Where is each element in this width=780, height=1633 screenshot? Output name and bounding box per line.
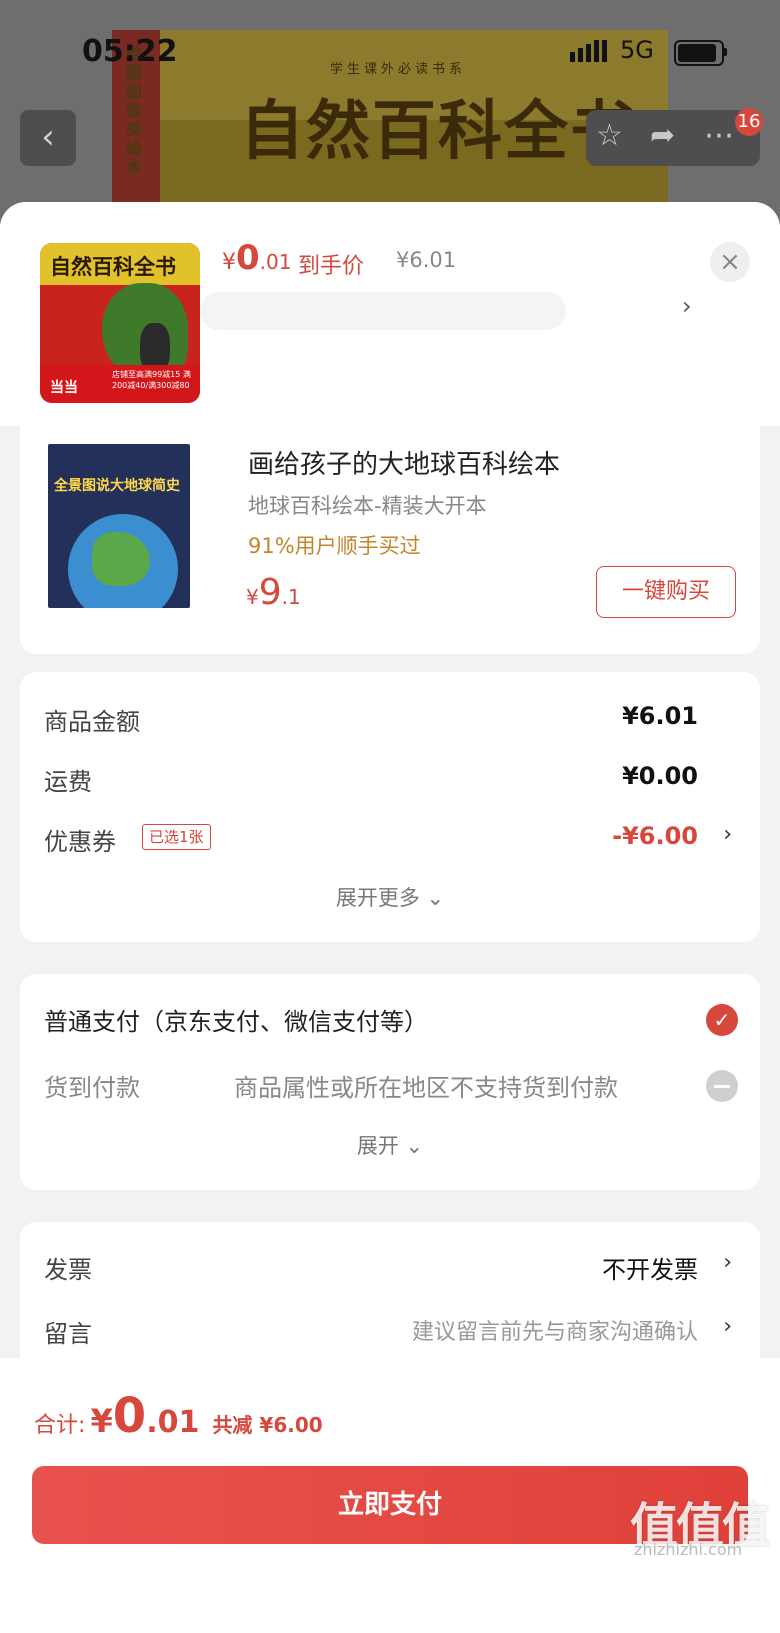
- expand-payment-button[interactable]: 展开 ⌄: [20, 1130, 760, 1160]
- invoice-message-card: 发票 不开发票 › 留言 建议留言前先与商家沟通确认 ›: [20, 1222, 760, 1380]
- top-actions: ☆ ➦ ⋯: [586, 110, 760, 166]
- check-icon[interactable]: ✓: [706, 1004, 738, 1036]
- coupon-label[interactable]: 优惠券: [44, 822, 116, 857]
- recommendation-stat: 91%用户顺手买过: [248, 534, 421, 558]
- recommendation-title[interactable]: 画给孩子的大地球百科绘本: [248, 444, 560, 481]
- cod-option: 货到付款: [44, 1074, 140, 1102]
- normal-pay-option[interactable]: 普通支付（京东支付、微信支付等）: [44, 1002, 428, 1037]
- one-click-buy-button[interactable]: 一键购买: [596, 566, 736, 618]
- close-icon: ×: [719, 247, 741, 277]
- coupon-value[interactable]: -¥6.00: [612, 822, 698, 850]
- message-input[interactable]: 建议留言前先与商家沟通确认: [412, 1314, 698, 1346]
- notification-badge: 16: [735, 108, 763, 136]
- chevron-left-icon: ‹: [41, 117, 55, 157]
- shipping-label: 运费: [44, 768, 92, 796]
- total-price: 合计: ¥0.01 共减 ¥6.00: [34, 1388, 323, 1444]
- recommendation-card: 全景图说大地球简史 画给孩子的大地球百科绘本 地球百科绘本-精装大开本 91%用…: [20, 424, 760, 654]
- shipping-value: ¥0.00: [622, 762, 698, 790]
- close-button[interactable]: ×: [710, 242, 750, 282]
- network-type: 5G: [620, 36, 654, 64]
- signal-icon: [570, 40, 610, 62]
- final-price: ¥0.01: [222, 238, 292, 278]
- status-bar: 05:22 5G: [0, 28, 780, 74]
- battery-tip: [724, 48, 727, 56]
- star-icon[interactable]: ☆: [596, 118, 623, 153]
- goods-amount-value: ¥6.01: [622, 702, 698, 730]
- back-button[interactable]: ‹: [20, 110, 76, 166]
- total-label: 合计:: [34, 1413, 86, 1438]
- thumb-promo: 店铺至高满99减15 满200减40/满300减80: [112, 370, 191, 390]
- sheet-header: 自然百科全书 当当 店铺至高满99减15 满200减40/满300减80 ¥0.…: [0, 202, 780, 426]
- payment-methods: 普通支付（京东支付、微信支付等） ✓ 货到付款 商品属性或所在地区不支持货到付款…: [20, 974, 760, 1190]
- chevron-down-icon: ⌄: [426, 886, 445, 910]
- background-book-title: 自然百科全书: [240, 94, 636, 169]
- recommendation-cover[interactable]: 全景图说大地球简史: [48, 444, 190, 608]
- invoice-value[interactable]: 不开发票: [602, 1250, 698, 1285]
- battery-icon: [674, 40, 724, 66]
- background-product-page: 绘图图鉴美绘本 学生课外必读书系 自然百科全书 05:22 5G ‹ ☆ ➦ ⋯…: [0, 0, 780, 230]
- final-price-label: 到手价: [298, 254, 365, 279]
- expand-more-button[interactable]: 展开更多 ⌄: [20, 882, 760, 912]
- message-label[interactable]: 留言: [44, 1314, 92, 1349]
- disabled-icon: [706, 1070, 738, 1102]
- order-summary: 商品金额 ¥6.01 运费 ¥0.00 优惠券 已选1张 -¥6.00 › 展开…: [20, 672, 760, 942]
- checkout-footer: 合计: ¥0.01 共减 ¥6.00 立即支付 值值值 zhizhizhi.co…: [0, 1358, 780, 1633]
- original-price: ¥6.01: [396, 248, 457, 272]
- share-icon[interactable]: ➦: [650, 118, 675, 153]
- chevron-down-icon: ⌄: [405, 1134, 424, 1158]
- chevron-right-icon[interactable]: ›: [723, 1250, 732, 1275]
- promo-bar[interactable]: [200, 292, 566, 330]
- thumb-title: 自然百科全书: [50, 254, 176, 279]
- more-icon[interactable]: ⋯: [704, 118, 734, 153]
- product-thumbnail: 自然百科全书 当当 店铺至高满99减15 满200减40/满300减80: [40, 243, 200, 403]
- cod-note: 商品属性或所在地区不支持货到付款: [234, 1074, 618, 1102]
- coupon-tag: 已选1张: [142, 824, 211, 850]
- recommendation-subtitle: 地球百科绘本-精装大开本: [248, 494, 487, 518]
- invoice-label[interactable]: 发票: [44, 1250, 92, 1285]
- status-time: 05:22: [82, 34, 178, 69]
- chevron-right-icon[interactable]: ›: [723, 822, 732, 847]
- chevron-right-icon[interactable]: ›: [682, 292, 692, 320]
- total-reduced: 共减 ¥6.00: [212, 1413, 323, 1437]
- watermark-url: zhizhizhi.com: [634, 1540, 743, 1559]
- goods-amount-label: 商品金额: [44, 708, 140, 736]
- thumb-brand: 当当: [50, 380, 78, 396]
- cover-text: 全景图说大地球简史: [54, 478, 180, 494]
- recommendation-price: ¥9.1: [246, 572, 301, 613]
- chevron-right-icon[interactable]: ›: [723, 1314, 732, 1339]
